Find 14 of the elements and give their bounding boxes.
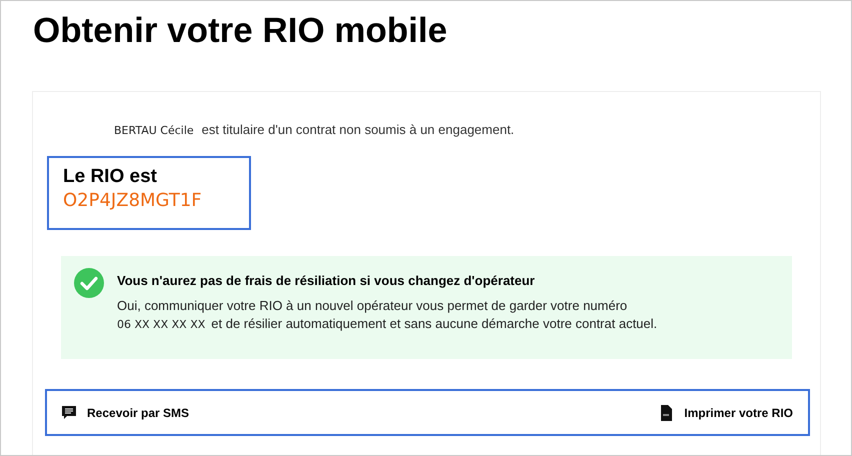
phone-number: 06 XX XX XX XX xyxy=(117,317,206,333)
check-icon xyxy=(74,268,104,298)
notice-text: Oui, communiquer votre RIO à un nouvel opérateur vous permet de garder votre numéro xyxy=(117,297,628,315)
notice-title: Vous n'aurez pas de frais de résiliation si vous changez d'opérateur xyxy=(117,273,536,288)
message-icon xyxy=(61,404,77,420)
rio-label: Le RIO est xyxy=(63,166,158,188)
document-icon xyxy=(658,404,674,420)
rio-code: O2P4JZ8MGT1F xyxy=(63,189,203,213)
holder-statement: est titulaire d'un contrat non soumis à un engagement. xyxy=(202,122,514,137)
action-link[interactable]: Imprimer votre RIO xyxy=(658,404,793,420)
page-title: Obtenir votre RIO mobile xyxy=(33,11,448,51)
notice-text: et de résilier automatiquement et sans aucune démarche votre contrat actuel. xyxy=(211,315,658,333)
action-link[interactable]: Recevoir par SMS xyxy=(61,404,190,420)
holder-name: BERTAU Cécile xyxy=(114,124,194,137)
